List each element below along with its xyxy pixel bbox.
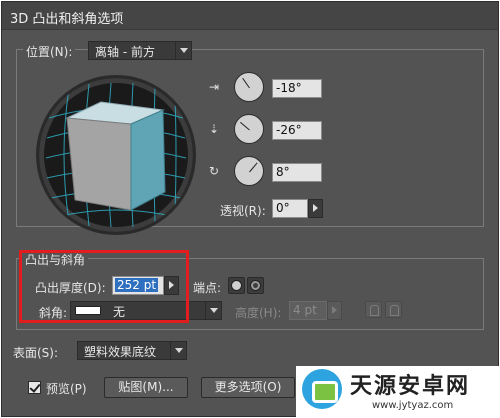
y-rotation-dial[interactable] <box>234 114 264 144</box>
rotation-preview-track[interactable] <box>36 75 196 235</box>
watermark-url: www.jytyaz.com <box>372 400 454 411</box>
map-art-button[interactable]: 贴图(M)... <box>104 377 188 398</box>
surface-value: 塑料效果底纹 <box>84 345 157 359</box>
y-axis-rotate-icon: ⇣ <box>208 122 220 136</box>
more-options-button[interactable]: 更多选项(O) <box>201 377 295 398</box>
z-rotation-input[interactable]: 8° <box>272 163 322 182</box>
chevron-down-icon <box>170 342 186 359</box>
bevel-in-button[interactable] <box>385 301 402 318</box>
bevel-height-value: 4 pt <box>293 303 317 317</box>
y-rotation-input[interactable]: -26° <box>272 121 322 140</box>
y-rotation-value: -26° <box>276 123 302 137</box>
surface-dropdown[interactable]: 塑料效果底纹 <box>77 341 187 360</box>
chevron-down-icon <box>205 302 221 319</box>
cap-label: 端点: <box>193 281 222 295</box>
bevel-height-input[interactable]: 4 pt <box>289 301 327 320</box>
watermark-title: 天源安卓网 <box>350 374 471 399</box>
z-rotation-value: 8° <box>276 165 290 179</box>
preview-label: 预览(P) <box>46 382 87 396</box>
watermark-logo-icon <box>302 369 342 409</box>
perspective-stepper-button[interactable] <box>308 199 323 218</box>
perspective-label: 透视(R): <box>220 204 266 218</box>
bevel-height-label: 高度(H): <box>235 306 282 320</box>
x-rotation-dial[interactable] <box>234 72 264 102</box>
z-axis-rotate-icon: ↻ <box>208 164 220 178</box>
x-rotation-value: -18° <box>276 81 302 95</box>
x-axis-rotate-icon: ⇥ <box>208 80 220 94</box>
bevel-out-button[interactable] <box>365 301 382 318</box>
perspective-value: 0° <box>276 201 290 215</box>
position-label: 位置(N): <box>23 43 76 60</box>
cap-on-icon <box>231 280 242 291</box>
highlight-box <box>19 250 189 323</box>
position-preset-dropdown[interactable]: 离轴 - 前方 <box>88 41 192 60</box>
position-preset-value: 离轴 - 前方 <box>95 45 155 59</box>
extrude-bevel-dialog: 3D 凸出和斜角选项 位置(N): 离轴 - 前方 ⇥ -18° ⇣ -26° … <box>1 1 499 417</box>
cube-left-face <box>66 117 132 211</box>
surface-label: 表面(S): <box>13 346 59 360</box>
chevron-down-icon <box>175 42 191 59</box>
cap-on-button[interactable] <box>228 277 245 294</box>
cube-preview[interactable] <box>39 78 193 232</box>
z-rotation-dial[interactable] <box>234 156 264 186</box>
bevel-height-stepper-button[interactable] <box>327 301 342 320</box>
perspective-input[interactable]: 0° <box>272 199 308 218</box>
cap-off-button[interactable] <box>247 277 264 294</box>
watermark: 天源安卓网 www.jytyaz.com <box>296 366 500 418</box>
preview-checkbox[interactable] <box>28 381 41 394</box>
x-rotation-input[interactable]: -18° <box>272 79 322 98</box>
window-title: 3D 凸出和斜角选项 <box>10 12 124 27</box>
title-bar: 3D 凸出和斜角选项 <box>2 2 498 30</box>
cube-front-face <box>130 109 166 211</box>
cap-off-icon <box>250 280 261 291</box>
